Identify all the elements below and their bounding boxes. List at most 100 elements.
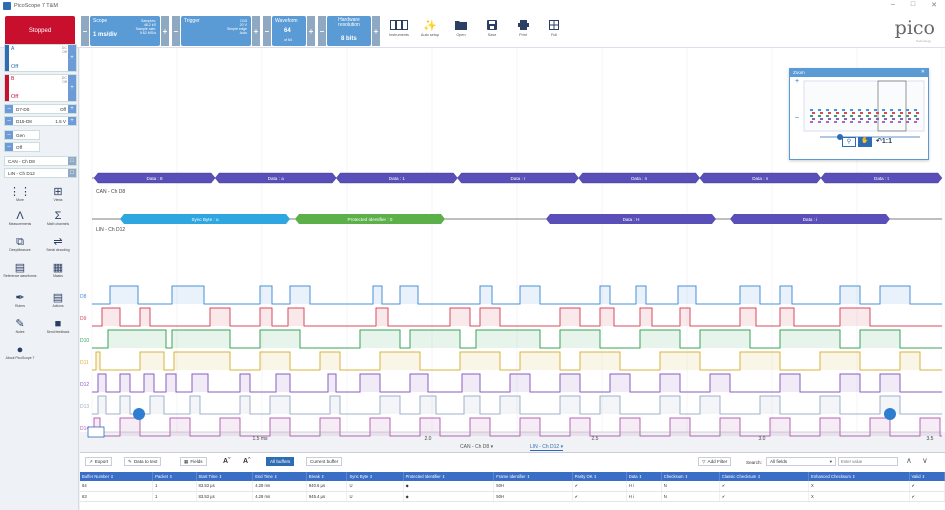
zoom-mini-trace [852,118,855,120]
digital-fill [92,396,942,414]
hardware-resolution-setting[interactable]: Hardware resolution 8 bits [327,16,371,46]
add-filter-button[interactable]: ▽ Add Filter [698,457,732,466]
views-button[interactable]: ⊞ Views [40,186,76,203]
zoom-hand-icon[interactable]: ✋ [858,137,872,147]
masks-button[interactable]: ▦ Masks [40,262,76,279]
column-header[interactable]: Checksum ⇕ [661,472,720,481]
timebase-decrease-button[interactable]: – [81,16,89,46]
column-header[interactable]: Data ⇕ [626,472,662,481]
trigger-decrease-button[interactable]: – [172,16,180,46]
zoom-overview[interactable]: Zoom ✕ ⚲ ✋ ↶1:1 + – [789,68,929,160]
resolution-increase-button[interactable]: + [372,16,380,46]
column-header[interactable]: Buffer Number ⇕ [80,472,154,481]
can-packet-label: Data : 1 [389,176,406,181]
app-icon [3,2,11,10]
zoom-mini-trace [810,121,813,123]
measurements-button[interactable]: Λ Measurements [2,210,38,227]
table-cell: 4.28 ms [252,491,307,502]
column-header[interactable]: Classic Checksum ⇕ [719,472,810,481]
current-buffer-button[interactable]: Current buffer [306,457,343,466]
rulers-button[interactable]: ✒ Rulers [2,292,38,309]
reference-waveforms-button[interactable]: ▤ Reference waveforms [2,262,38,279]
send-feedback-button[interactable]: ■ Send feedback [40,318,76,335]
table-cell: 50H [493,481,573,492]
auto-setup-button[interactable]: ✨ Auto setup [417,17,443,45]
column-header[interactable]: Break ⇕ [306,472,348,481]
channel-b-card[interactable]: B Off DC Off + [4,74,77,102]
waveform-increase-button[interactable]: + [307,16,315,46]
table-row[interactable]: 63 1 83.53 µs 4.28 ms 945.4 µs U ◆ 50H ✔ H i N ✔ X ✔ [80,491,945,502]
math-channels-button[interactable]: Σ Math channels [40,210,76,227]
fields-button[interactable]: ▦ Fields [180,457,207,466]
actions-button[interactable]: ▤ Actions [40,292,76,309]
font-decrease-button[interactable]: Aˇ [220,457,234,466]
timebase-increase-button[interactable]: + [161,16,169,46]
column-header[interactable]: Protected Identifier ⇕ [403,472,495,481]
column-header[interactable]: Start Time ⇕ [196,472,254,481]
column-header[interactable]: End Time ⇕ [252,472,307,481]
title-bar: PicoScope 7 T&M – □ ✕ [0,0,945,12]
column-header[interactable]: Frame Identifier ⇕ [493,472,573,481]
zoom-mini-trace [898,115,901,117]
waveform-decrease-button[interactable]: – [263,16,271,46]
more-button[interactable]: ⋮⋮ More [2,186,38,203]
lin-decoder-label: LIN - Ch D12 [96,227,125,233]
column-header[interactable]: Packet ⇕ [152,472,197,481]
resolution-decrease-button[interactable]: – [318,16,326,46]
channel-a-add-button[interactable]: + [68,45,76,71]
data-to-text-button[interactable]: ✎ Data to text [124,457,162,466]
search-prev-icon[interactable]: ∧ [906,456,912,465]
trigger-marker-right[interactable] [884,408,896,420]
full-screen-button[interactable]: Full [541,17,567,45]
zoom-mini-trace [898,109,901,111]
search-input[interactable] [838,457,898,466]
zoom-ratio-button[interactable]: ↶1:1 [876,137,892,145]
search-next-icon[interactable]: ∨ [922,456,928,465]
maximize-icon[interactable]: □ [911,1,915,9]
column-header[interactable]: Valid ⇕ [909,472,945,481]
serial-decoding-button[interactable]: ⇌ Serial decoding [40,236,76,253]
zoom-in-icon[interactable]: + [795,78,799,85]
notes-button[interactable]: ✎ Notes [2,318,38,335]
lin-packet-label: Protected Identifier : 0 [348,217,393,222]
trigger-marker-left[interactable] [133,408,145,420]
font-increase-button[interactable]: Aˆ [240,457,254,466]
about-button[interactable]: ● About PicoScope 7 [2,344,38,361]
instruments-button[interactable]: Instruments [386,17,412,45]
trigger-setting[interactable]: Trigger D15 20 V Simple edge Auto [181,16,251,46]
column-header[interactable]: Sync Byte ⇕ [346,472,404,481]
channel-a-card[interactable]: A Off DC Off + [4,44,77,72]
print-button[interactable]: Print [510,17,536,45]
zoom-search-icon[interactable]: ⚲ [842,137,856,147]
x-axis-tick-label: 3.5 [927,436,934,442]
save-button[interactable]: Save [479,17,505,45]
open-button[interactable]: Open [448,17,474,45]
table-row[interactable]: 64 1 83.53 µs 4.28 ms 940.6 µs U ◆ 50H ✔ H i N ✔ X ✔ [80,481,945,492]
decoder-can-row[interactable]: CAN - Ch D8 □ [4,156,77,166]
search-scope-select[interactable]: All fields ▾ [766,457,836,466]
run-stop-button[interactable]: Stopped [5,16,75,46]
zoom-close-icon[interactable]: ✕ [921,69,925,75]
channel-b-add-button[interactable]: + [68,75,76,101]
column-header[interactable]: Enhanced Checksum ⇕ [808,472,910,481]
digital-port-d15-d8[interactable]: – D15-D8 1.5 V + [4,116,77,126]
scope-setting[interactable]: Scope 1 ms/div Samples: 48.2 kS Sample rat… [90,16,160,46]
digital-port-d7-d0[interactable]: – D7-D0 Off + [4,104,77,114]
all-buffers-button[interactable]: All buffers [266,457,295,466]
deepmeasure-button[interactable]: ⧉ DeepMeasure [2,236,38,253]
decoder-lin-row[interactable]: LIN - Ch D12 □ [4,168,77,178]
zoom-out-icon[interactable]: – [795,114,799,121]
waveform-setting[interactable]: Waveform 64 of 64 [272,16,306,46]
table-cell: N [661,481,720,492]
export-button[interactable]: ↗ Export [85,457,113,466]
tab-can[interactable]: CAN - Ch D8 ▾ [460,444,493,450]
zoom-mini-trace [858,115,861,117]
timebase-ruler-handle[interactable] [87,426,105,438]
minimize-icon[interactable]: – [891,1,895,9]
tab-lin[interactable]: LIN - Ch D12 ▾ [530,444,564,451]
column-header[interactable]: Parity OK ⇕ [572,472,627,481]
generator-state-row[interactable]: – Off [4,142,40,152]
close-icon[interactable]: ✕ [931,1,937,9]
generator-row[interactable]: – Gen [4,130,40,140]
trigger-increase-button[interactable]: + [252,16,260,46]
